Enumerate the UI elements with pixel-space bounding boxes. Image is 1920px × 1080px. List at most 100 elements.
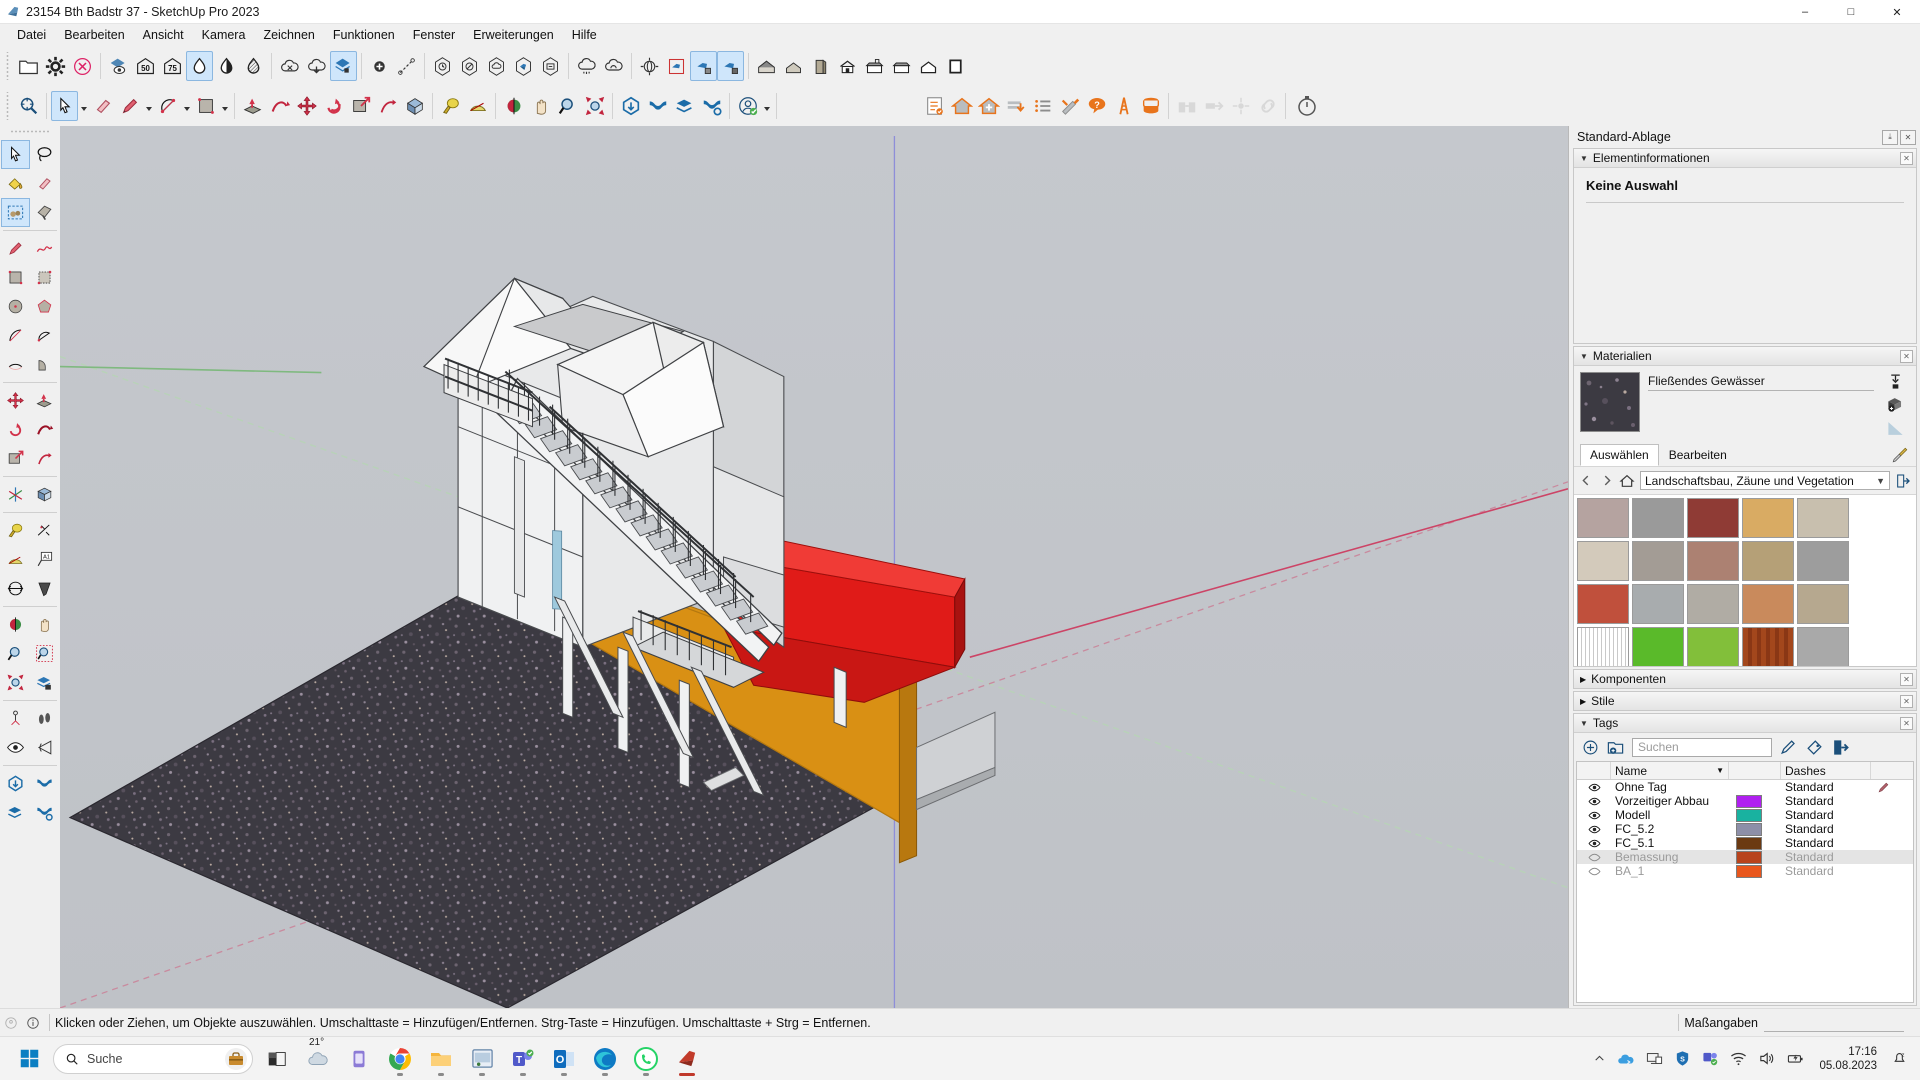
taskbar-sketchup[interactable] — [670, 1040, 704, 1078]
zoom-icon[interactable] — [1, 639, 30, 668]
create-material-icon[interactable] — [1886, 395, 1905, 414]
rectangle-tool-dropdown[interactable] — [219, 91, 230, 121]
transfer-icon[interactable] — [1200, 91, 1227, 121]
tornado-icon[interactable] — [30, 574, 59, 603]
tray-remote-desktop-icon[interactable] — [1646, 1050, 1663, 1067]
tag-visibility-icon[interactable] — [1577, 781, 1611, 794]
zoom-tool-icon[interactable] — [554, 91, 581, 121]
menu-kamera[interactable]: Kamera — [193, 26, 255, 44]
material-name-field[interactable]: Fließendes Gewässer — [1648, 374, 1874, 391]
move-icon[interactable] — [1, 386, 30, 415]
material-swatch[interactable] — [1632, 627, 1684, 666]
arc-tool-icon[interactable] — [154, 91, 181, 121]
menu-fenster[interactable]: Fenster — [404, 26, 464, 44]
tape-measure-icon[interactable] — [1, 516, 30, 545]
rectangle-tool-icon[interactable] — [192, 91, 219, 121]
material-swatch[interactable] — [1687, 584, 1739, 624]
section-plane-icon[interactable] — [30, 480, 59, 509]
material-library-select[interactable]: Landschaftsbau, Zäune und Vegetation ▼ — [1640, 471, 1890, 490]
paint-bucket-icon[interactable] — [1, 169, 30, 198]
material-swatch[interactable] — [1797, 627, 1849, 666]
tags-col-name[interactable]: Name ▼ — [1611, 762, 1729, 779]
house-iso-icon[interactable] — [780, 51, 807, 81]
orbit-icon[interactable] — [1, 610, 30, 639]
link-icon[interactable] — [1254, 91, 1281, 121]
maximize-button[interactable]: □ — [1828, 0, 1874, 24]
node-icon[interactable] — [1227, 91, 1254, 121]
material-swatch[interactable] — [1577, 627, 1629, 666]
info-icon[interactable] — [22, 1016, 44, 1030]
table-row[interactable]: FC_5.2 Standard — [1577, 822, 1913, 836]
table-row[interactable]: Ohne Tag Standard — [1577, 780, 1913, 794]
add-tag-folder-icon[interactable] — [1606, 738, 1625, 757]
minimize-button[interactable]: – — [1782, 0, 1828, 24]
solid-tools-icon[interactable] — [617, 91, 644, 121]
eraser-tool-icon[interactable] — [89, 91, 116, 121]
zoom-extents-icon[interactable] — [1, 668, 30, 697]
zoom-window-icon[interactable] — [30, 639, 59, 668]
house-orange-icon[interactable] — [948, 91, 975, 121]
layers-hand-icon[interactable] — [330, 51, 357, 81]
cross-blue-icon[interactable] — [30, 769, 59, 798]
zoom-target-icon[interactable] — [15, 91, 42, 121]
move-tool-icon[interactable] — [293, 91, 320, 121]
set-default-material-icon[interactable] — [1887, 373, 1904, 390]
nav-home-icon[interactable] — [1619, 473, 1635, 489]
model-place-b-icon[interactable] — [717, 51, 744, 81]
taskbar-file-explorer-dark[interactable] — [260, 1040, 294, 1078]
pie-arc-icon[interactable] — [30, 321, 59, 350]
table-row[interactable]: FC_5.1 Standard — [1577, 836, 1913, 850]
tag-color-cell[interactable] — [1729, 850, 1781, 864]
bell-sleep-icon[interactable]: z — [1891, 1050, 1908, 1067]
view-history-icon[interactable] — [429, 51, 456, 81]
add-tag-icon[interactable] — [1582, 739, 1599, 756]
protractor-icon[interactable] — [464, 91, 491, 121]
lasso-select-icon[interactable] — [30, 140, 59, 169]
components-close-icon[interactable]: ✕ — [1900, 672, 1913, 686]
start-button[interactable] — [12, 1042, 46, 1076]
layers-arrow-icon[interactable] — [671, 91, 698, 121]
taskbar-media[interactable] — [342, 1040, 376, 1078]
briefcase-icon[interactable] — [224, 1047, 248, 1071]
tag-color-cell[interactable] — [1729, 794, 1781, 808]
three-point-arc-icon[interactable] — [30, 350, 59, 379]
view-export-icon[interactable] — [537, 51, 564, 81]
cross-gear-icon[interactable] — [30, 798, 59, 827]
house-add-icon[interactable] — [975, 91, 1002, 121]
hatch-icon[interactable] — [240, 51, 267, 81]
tag-color-cell[interactable] — [1729, 836, 1781, 850]
tag-color-cell[interactable] — [1729, 864, 1781, 878]
menu-zeichnen[interactable]: Zeichnen — [254, 26, 323, 44]
scale-tool-icon[interactable] — [347, 91, 374, 121]
taskbar-app-window[interactable] — [465, 1040, 499, 1078]
rotate-tool-icon[interactable] — [320, 91, 347, 121]
nav-forward-icon[interactable] — [1599, 473, 1614, 488]
materials-header[interactable]: ▼ Materialien ✕ — [1574, 347, 1916, 366]
cloud-rain-icon[interactable] — [573, 51, 600, 81]
solid-down-icon[interactable] — [1, 769, 30, 798]
toolbar-grip[interactable] — [4, 52, 13, 80]
current-material-thumbnail[interactable] — [1580, 372, 1640, 432]
offset-tool-icon[interactable] — [374, 91, 401, 121]
tray-battery-icon[interactable] — [1786, 1050, 1805, 1067]
material-swatch[interactable] — [1577, 584, 1629, 624]
tray-volume-icon[interactable] — [1758, 1050, 1775, 1067]
model-plane-icon[interactable] — [663, 51, 690, 81]
polygon-icon[interactable] — [30, 292, 59, 321]
help-bubble-icon[interactable]: ? — [1083, 91, 1110, 121]
field-of-view-icon[interactable] — [30, 733, 59, 762]
menu-hilfe[interactable]: Hilfe — [563, 26, 606, 44]
pan-tool-icon[interactable] — [527, 91, 554, 121]
section-styles-collapsed[interactable]: ▶ Stile ✕ — [1573, 691, 1917, 711]
orbit-tool-icon[interactable] — [500, 91, 527, 121]
material-swatch[interactable] — [1797, 584, 1849, 624]
section-view-icon[interactable] — [105, 51, 132, 81]
account-dropdown[interactable] — [761, 91, 772, 121]
orbit-globe-icon[interactable] — [636, 51, 663, 81]
two-point-arc-icon[interactable] — [1, 350, 30, 379]
settings-gear-icon[interactable] — [42, 51, 69, 81]
tray-security-icon[interactable]: S — [1674, 1050, 1691, 1067]
menu-ansicht[interactable]: Ansicht — [134, 26, 193, 44]
pushpull-tool-icon[interactable] — [239, 91, 266, 121]
cloud-download-icon[interactable] — [303, 51, 330, 81]
